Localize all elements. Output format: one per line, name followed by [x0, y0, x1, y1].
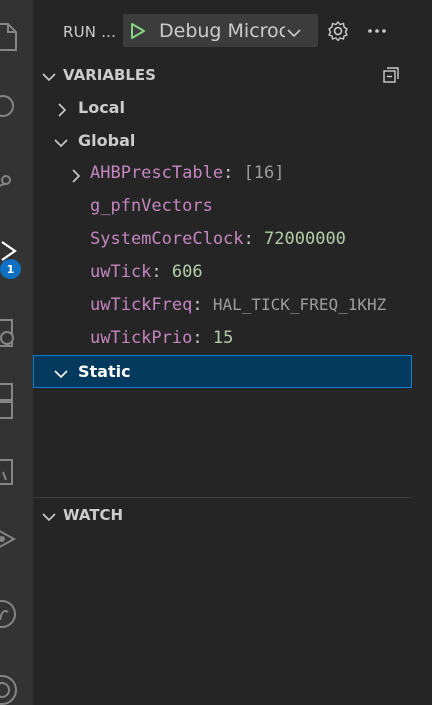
variable-value: [16]	[243, 163, 285, 183]
gear-icon[interactable]	[327, 20, 349, 46]
scope-global[interactable]: Global	[33, 124, 412, 157]
chevron-right-icon	[57, 102, 67, 121]
variable-colon: :	[192, 295, 203, 315]
chevron-down-icon	[286, 24, 302, 43]
chevron-down-icon	[53, 135, 69, 154]
scope-local[interactable]: Local	[33, 91, 412, 124]
run-view-title: RUN ...	[63, 23, 117, 41]
collapse-all-icon[interactable]	[382, 66, 400, 88]
debug-toolbar: RUN ... Debug Microcontroller	[33, 14, 412, 50]
accounts-icon[interactable]	[0, 668, 20, 705]
variable-row-ahbpresctable[interactable]: AHBPrescTable: [16]	[33, 157, 412, 190]
chevron-down-icon	[53, 366, 69, 385]
variable-colon: :	[223, 163, 234, 183]
debug-sidebar: RUN ... Debug Microcontroller VARIABLES	[33, 0, 412, 705]
variable-name: uwTickPrio	[90, 328, 193, 348]
variable-value: HAL_TICK_FREQ_1KHZ	[212, 295, 387, 314]
watch-section-header[interactable]: WATCH	[33, 504, 412, 526]
variable-colon: :	[151, 262, 162, 282]
scope-local-label: Local	[78, 98, 125, 117]
scope-static-label: Static	[78, 362, 131, 381]
scope-global-label: Global	[78, 131, 136, 150]
remote-explorer-icon[interactable]	[0, 318, 20, 347]
chevron-down-icon	[41, 509, 57, 528]
live-share-icon[interactable]	[0, 525, 20, 551]
variable-name: SystemCoreClock	[90, 229, 244, 249]
debug-badge: 1	[0, 259, 21, 279]
launch-config-dropdown[interactable]: Debug Microcontroller	[123, 14, 318, 47]
activity-bar: 1	[0, 0, 33, 705]
variable-value: 606	[171, 262, 203, 282]
variable-row-uwtick[interactable]: uwTick: 606	[33, 256, 412, 289]
explorer-icon[interactable]	[0, 22, 20, 51]
variables-section-header[interactable]: VARIABLES	[33, 64, 412, 86]
variable-name: AHBPrescTable	[90, 163, 224, 183]
variable-row-systemcoreclock[interactable]: SystemCoreClock: 72000000	[33, 223, 412, 256]
github-icon[interactable]	[0, 598, 20, 628]
scope-static[interactable]: Static	[33, 355, 412, 388]
search-icon[interactable]	[0, 92, 20, 118]
variables-section-title: VARIABLES	[63, 66, 156, 84]
variable-value: 15	[212, 328, 234, 348]
watch-section-title: WATCH	[63, 506, 124, 524]
chevron-right-icon	[71, 168, 81, 187]
variable-value: 72000000	[264, 229, 346, 249]
variable-row-uwtickfreq[interactable]: uwTickFreq: HAL_TICK_FREQ_1KHZ	[33, 289, 412, 322]
more-actions-icon[interactable]	[366, 21, 388, 45]
variable-name: g_pfnVectors	[90, 196, 213, 216]
launch-config-name: Debug Microcontroller	[159, 20, 285, 42]
variable-row-g-pfnvectors[interactable]: g_pfnVectors	[33, 190, 412, 223]
editor-edge	[412, 0, 432, 705]
extensions-icon[interactable]	[0, 380, 20, 419]
variable-name: uwTickFreq	[90, 295, 193, 315]
variable-colon: :	[243, 229, 254, 249]
variable-colon: :	[192, 328, 203, 348]
start-debugging-icon[interactable]	[129, 22, 147, 44]
testing-icon[interactable]	[0, 458, 20, 485]
section-divider	[33, 497, 412, 498]
source-control-icon[interactable]	[0, 168, 20, 194]
variable-name: uwTick	[90, 262, 152, 282]
variable-row-uwtickprio[interactable]: uwTickPrio: 15	[33, 322, 412, 355]
chevron-down-icon	[41, 69, 57, 88]
